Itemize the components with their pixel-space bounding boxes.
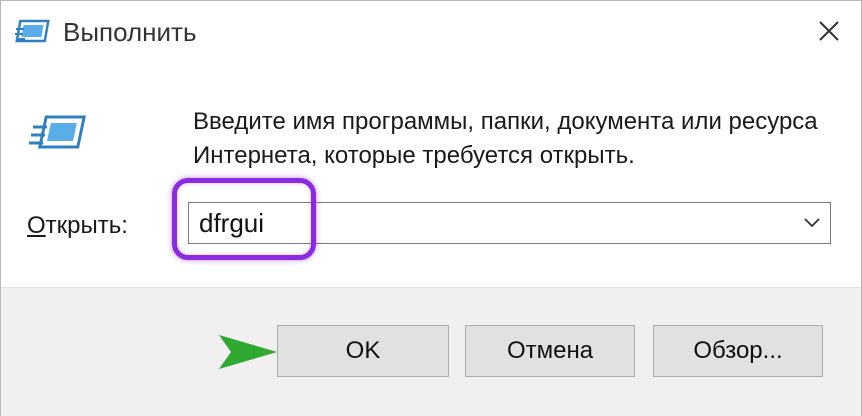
open-label-accesskey: О (27, 212, 46, 239)
cancel-button[interactable]: Отмена (465, 325, 635, 377)
ok-button[interactable]: OK (277, 325, 449, 377)
open-combobox[interactable]: dfrgui (188, 202, 831, 244)
open-label-text: ткрыть: (45, 212, 128, 239)
instruction-text: Введите имя программы, папки, документа … (193, 108, 818, 169)
chevron-down-icon (804, 218, 820, 228)
run-dialog-window: Выполнить Введите имя программы, папки, … (0, 0, 862, 416)
dropdown-button[interactable] (800, 211, 824, 235)
open-label: Открыть: (27, 209, 128, 243)
browse-button[interactable]: Обзор... (653, 325, 823, 377)
title-bar[interactable]: Выполнить (1, 1, 861, 63)
run-dialog-icon (15, 17, 53, 47)
window-title: Выполнить (63, 17, 197, 47)
close-button[interactable] (807, 11, 851, 51)
run-program-icon (27, 113, 91, 157)
close-icon (819, 21, 839, 41)
open-input[interactable]: dfrgui (199, 206, 264, 240)
